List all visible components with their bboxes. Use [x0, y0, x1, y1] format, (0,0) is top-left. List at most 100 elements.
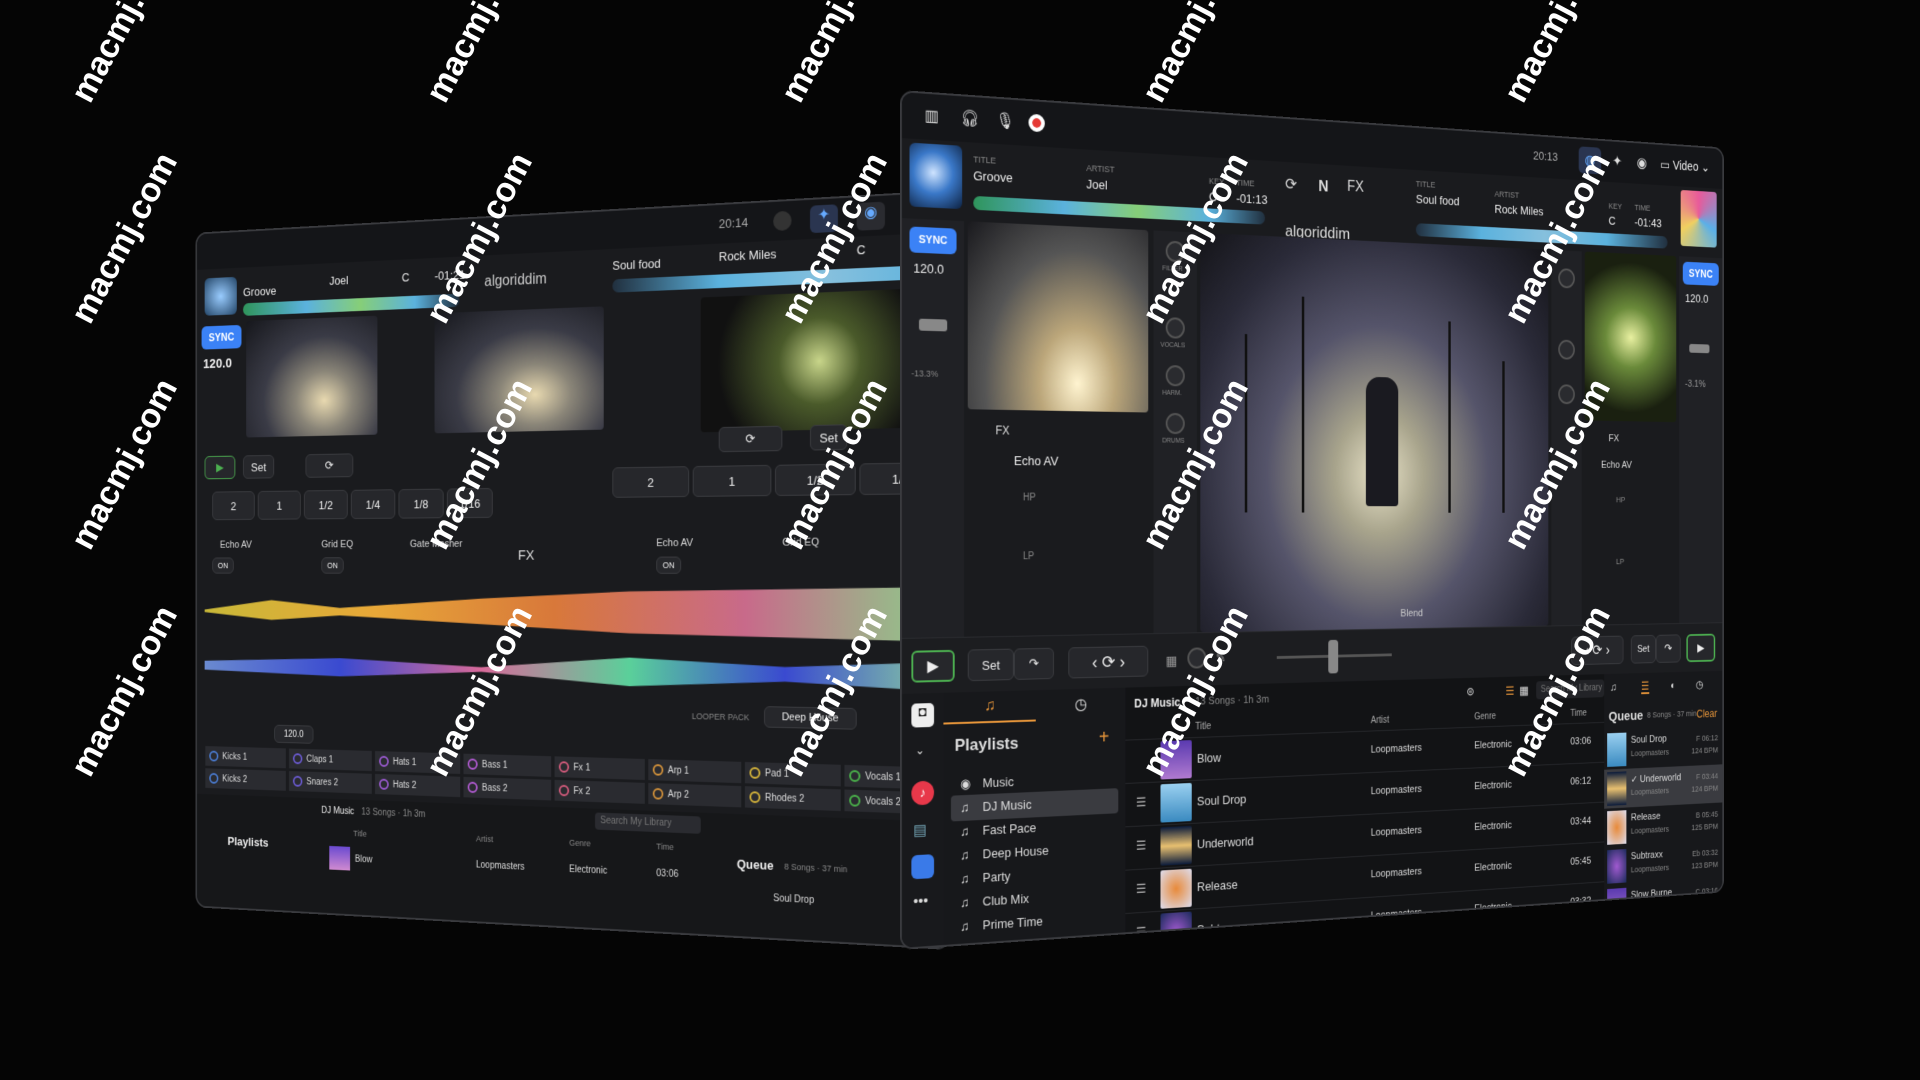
- tab-playlists-icon[interactable]: ♫: [1610, 681, 1617, 694]
- deck-b-play-button[interactable]: ▶: [1686, 633, 1716, 663]
- looper-pad[interactable]: Arp 1: [647, 758, 743, 785]
- library-source-icon[interactable]: ◘: [911, 702, 935, 728]
- col-artist[interactable]: Artist: [1371, 715, 1389, 726]
- cue-jump-button[interactable]: ↷: [1655, 634, 1681, 663]
- deck-b-sync-button[interactable]: SYNC: [1682, 261, 1719, 286]
- drag-handle-icon[interactable]: ☰: [1136, 838, 1146, 854]
- deck-b-loop-button[interactable]: ⟳: [718, 425, 783, 453]
- loop-size-button[interactable]: 2: [212, 491, 255, 521]
- blend-mode-select[interactable]: Blend: [1400, 608, 1422, 619]
- loop-size-button[interactable]: 2: [612, 466, 690, 498]
- deck-b-key[interactable]: C: [857, 242, 866, 257]
- tab-automix-icon[interactable]: ◐: [1670, 679, 1675, 691]
- chevron-down-icon[interactable]: ⌄: [915, 743, 925, 757]
- tab-playlists[interactable]: ♫: [943, 690, 1036, 725]
- list-view-icon[interactable]: ☰: [1505, 684, 1514, 699]
- finder-icon[interactable]: [911, 854, 935, 880]
- filter-icon[interactable]: ⊜: [1466, 685, 1474, 698]
- deck-a-play-button[interactable]: ▶: [911, 649, 955, 683]
- harmonics-knob[interactable]: [1165, 364, 1185, 387]
- palm-tree: [1302, 296, 1305, 513]
- looper-pad[interactable]: Arp 2: [647, 782, 743, 809]
- record-icon[interactable]: [1028, 113, 1045, 133]
- play-circle-icon[interactable]: ◉: [1637, 154, 1647, 172]
- deck-a-fx-menu[interactable]: Echo AV: [1014, 453, 1058, 468]
- deck-a-bpm[interactable]: 120.0: [913, 261, 944, 277]
- deck-b-fx-label[interactable]: FX: [1609, 433, 1619, 444]
- loop-size-button[interactable]: 1: [692, 464, 772, 497]
- fx-toggle[interactable]: FX: [1347, 179, 1364, 197]
- looper-pad[interactable]: Kicks 1: [204, 745, 287, 770]
- deck-a-set-button[interactable]: Set: [967, 648, 1014, 682]
- deck-b-key[interactable]: C: [1609, 214, 1616, 228]
- loop-size-button[interactable]: 1: [257, 490, 301, 520]
- deck-a-loop-button[interactable]: ⟳: [305, 453, 354, 478]
- deck-a-bpm[interactable]: 120.0: [203, 356, 232, 372]
- deck-b-fx-menu[interactable]: Echo AV: [1601, 460, 1632, 471]
- looper-pad[interactable]: Claps 1: [288, 747, 373, 773]
- deck-a-waveform[interactable]: [205, 585, 948, 642]
- files-icon[interactable]: ▤: [913, 821, 926, 840]
- apple-music-icon[interactable]: ♪: [911, 780, 935, 806]
- looper-pad[interactable]: Snares 2: [288, 770, 373, 795]
- fx-slot[interactable]: Echo AV: [220, 540, 252, 551]
- looper-pad[interactable]: Bass 2: [462, 775, 552, 802]
- table-row[interactable]: Blow Loopmasters Electronic 03:06: [329, 845, 678, 890]
- video-mode-select[interactable]: ▭ Video ⌄: [1660, 157, 1709, 175]
- mixer-icon[interactable]: ▥: [925, 106, 939, 127]
- deck-a-loop-button[interactable]: ‹ ⟳ ›: [1068, 645, 1149, 679]
- pitch-slider[interactable]: [1689, 343, 1710, 354]
- neural-mix-icon[interactable]: N: [1318, 177, 1328, 196]
- headphones-icon[interactable]: 🎧︎: [960, 108, 979, 129]
- queue-item[interactable]: Slow Burne Loopmasters C 03:16 122 BPM: [1604, 879, 1722, 926]
- vocals-knob[interactable]: [1558, 339, 1575, 360]
- microphone-icon[interactable]: 🎙︎: [996, 110, 1015, 131]
- deck-a-sync-button[interactable]: SYNC: [909, 226, 957, 255]
- drag-handle-icon[interactable]: ☰: [1136, 924, 1146, 940]
- drag-handle-icon[interactable]: ☰: [1136, 881, 1146, 897]
- loop-size-button[interactable]: 1/4: [350, 489, 396, 519]
- deck-b-bpm[interactable]: 120.0: [1685, 291, 1708, 305]
- sync-status-icon[interactable]: [773, 210, 792, 232]
- deck-a-fx-label[interactable]: FX: [996, 424, 1010, 438]
- col-genre[interactable]: Genre: [1474, 711, 1496, 722]
- queue-item[interactable]: ✓ Underworld Loopmasters F 03:44 124 BPM: [1604, 764, 1723, 809]
- fx-on-toggle[interactable]: ON: [321, 557, 344, 574]
- cue-jump-button[interactable]: ↷: [1013, 647, 1054, 680]
- track-time: 05:45: [1570, 855, 1592, 868]
- looper-pad[interactable]: Fx 2: [553, 778, 646, 805]
- deck-a-key[interactable]: C: [402, 270, 410, 284]
- tab-history-icon[interactable]: ◷: [1696, 678, 1704, 690]
- tab-history[interactable]: ◷: [1036, 688, 1126, 722]
- grid-view-icon[interactable]: ▦: [1519, 683, 1528, 698]
- looper-pad[interactable]: Bass 1: [462, 752, 552, 778]
- deck-b-set-button[interactable]: Set: [1630, 634, 1656, 664]
- looper-bpm[interactable]: 120.0: [274, 724, 314, 744]
- deck-a-sync-button[interactable]: SYNC: [201, 324, 242, 350]
- drag-handle-icon[interactable]: ☰: [1136, 795, 1146, 811]
- search-input[interactable]: Search My Library: [595, 812, 701, 834]
- looper-pad[interactable]: Kicks 2: [204, 767, 287, 792]
- crossfader-handle[interactable]: [1328, 639, 1339, 674]
- sampler-icon[interactable]: ▦: [1166, 653, 1178, 670]
- tab-queue-icon[interactable]: ☰: [1641, 679, 1650, 695]
- queue-item[interactable]: Soul Drop Loopmasters F 06:12 124 BPM: [1604, 726, 1722, 770]
- drums-knob[interactable]: [1165, 412, 1185, 435]
- fx-on-toggle[interactable]: ON: [656, 556, 682, 574]
- col-time[interactable]: Time: [1570, 708, 1586, 718]
- fx-on-toggle[interactable]: ON: [212, 557, 234, 574]
- fx-slot[interactable]: Echo AV: [656, 537, 693, 549]
- looper-pad[interactable]: Rhodes 2: [744, 785, 842, 813]
- queue-clear-button[interactable]: Clear: [1697, 707, 1718, 720]
- looper-pad[interactable]: Fx 1: [553, 755, 646, 781]
- add-playlist-button[interactable]: +: [1099, 727, 1109, 750]
- more-icon[interactable]: •••: [913, 892, 928, 910]
- pitch-slider[interactable]: [918, 318, 948, 332]
- fx-slot[interactable]: Grid EQ: [321, 539, 353, 550]
- deck-a-set-button[interactable]: Set: [243, 454, 275, 479]
- deck-a-play-button[interactable]: ▶: [204, 455, 236, 480]
- track-time: 03:06: [656, 868, 679, 880]
- sync-loop-icon[interactable]: ⟳: [1285, 175, 1297, 194]
- loop-size-button[interactable]: 1/2: [303, 489, 348, 520]
- queue-item[interactable]: Soul Drop: [773, 893, 814, 906]
